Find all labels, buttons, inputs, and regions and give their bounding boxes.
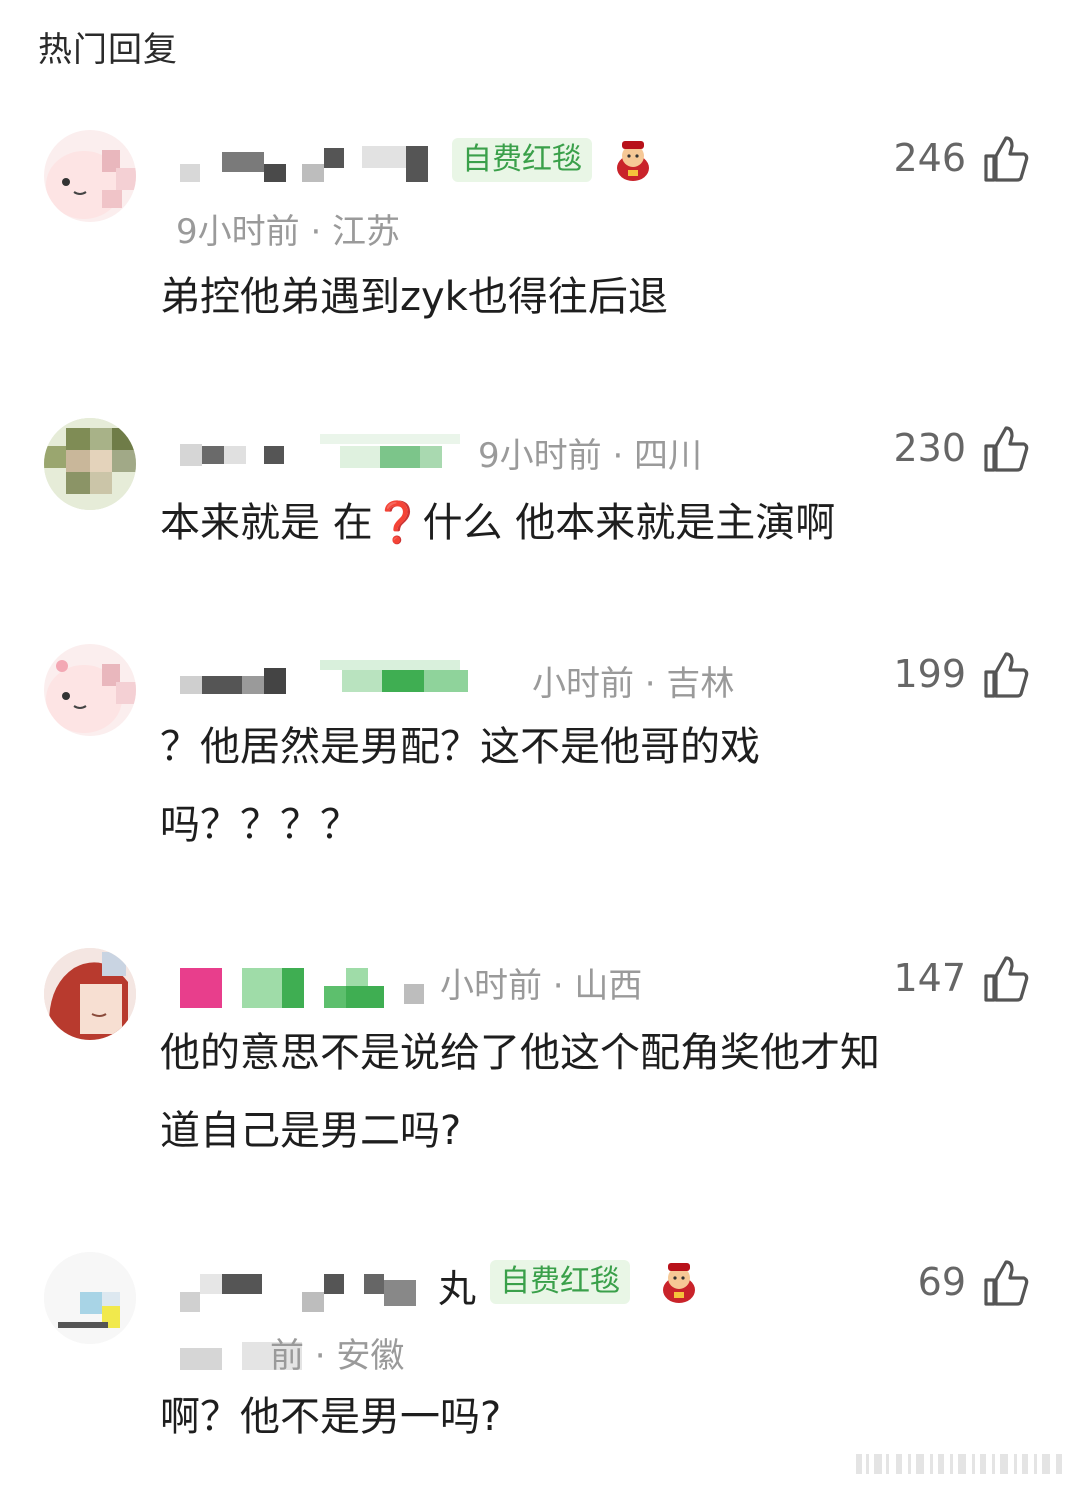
fortune-god-badge-icon xyxy=(660,1260,698,1304)
watermark-barcode xyxy=(856,1450,1066,1478)
fortune-god-badge-icon xyxy=(614,138,652,182)
comment-meta: 9小时前 · 四川 xyxy=(478,436,703,476)
comment-meta: 小时前 · 吉林 xyxy=(532,664,735,704)
thumbs-up-icon[interactable] xyxy=(982,134,1030,184)
avatar[interactable] xyxy=(44,948,136,1040)
like-count: 147 xyxy=(893,956,966,1000)
comment-meta: 小时前 · 山西 xyxy=(440,966,643,1006)
comment-item: 小时前 · 山西 147 他的意思不是说给了他这个配角奖他才知 道自己是男二吗? xyxy=(0,944,1080,1174)
comment-text: 弟控他弟遇到zyk也得往后退 xyxy=(160,274,668,320)
comment-text-line: 他的意思不是说给了他这个配角奖他才知 xyxy=(160,1030,880,1076)
comment-item: 丸 自费红毯 前 · 安徽 69 啊？他不是男一吗? xyxy=(0,1248,1080,1468)
comment-item: 自费红毯 9小时前 · 江苏 246 弟控他弟遇到zyk也得往后退 xyxy=(0,120,1080,340)
username-masked[interactable] xyxy=(180,964,450,1008)
username-masked[interactable] xyxy=(180,434,470,478)
avatar-photo-icon xyxy=(44,418,136,510)
question-emoji: ❓ xyxy=(372,500,423,546)
avatar[interactable] xyxy=(44,1252,136,1344)
avatar[interactable] xyxy=(44,130,136,222)
section-title: 热门回复 xyxy=(38,30,178,70)
comment-meta: 前 · 安徽 xyxy=(270,1336,405,1376)
thumbs-up-icon[interactable] xyxy=(982,954,1030,1004)
thumbs-up-icon[interactable] xyxy=(982,424,1030,474)
comment-text-part: 本来就是 在 xyxy=(160,500,373,546)
comment-meta: 9小时前 · 江苏 xyxy=(176,212,401,252)
badge-label: 自费红毯 xyxy=(490,1260,630,1304)
like-count: 69 xyxy=(917,1260,966,1304)
badge-label: 自费红毯 xyxy=(452,138,592,182)
username-suffix[interactable]: 丸 xyxy=(438,1258,476,1313)
comment-text: 啊？他不是男一吗? xyxy=(160,1394,502,1440)
avatar[interactable] xyxy=(44,418,136,510)
avatar-sticker-icon xyxy=(44,1252,136,1344)
comment-text: ？他居然是男配？这不是他哥的戏 吗？？？？ xyxy=(160,708,1040,864)
avatar-bunny-icon xyxy=(46,150,136,219)
comment-item: 9小时前 · 四川 230 本来就是 在❓什么 他本来就是主演啊 xyxy=(0,410,1080,580)
avatar-redhair-icon xyxy=(44,948,136,1040)
thumbs-up-icon[interactable] xyxy=(982,1258,1030,1308)
thumbs-up-icon[interactable] xyxy=(982,650,1030,700)
comment-text-line: 吗？？？？ xyxy=(160,802,360,848)
comment-text: 他的意思不是说给了他这个配角奖他才知 道自己是男二吗? xyxy=(160,1014,1040,1170)
comment-text-line: 道自己是男二吗? xyxy=(160,1108,462,1154)
like-count: 230 xyxy=(893,426,966,470)
username-masked[interactable] xyxy=(180,142,450,182)
username-masked[interactable] xyxy=(180,1268,420,1312)
comment-text-part: 什么 他本来就是主演啊 xyxy=(422,500,836,546)
comment-text: 本来就是 在❓什么 他本来就是主演啊 xyxy=(160,484,1040,562)
username-masked[interactable] xyxy=(180,656,510,696)
avatar-bunny-icon xyxy=(46,660,136,733)
comment-item: 小时前 · 吉林 199 ？他居然是男配？这不是他哥的戏 吗？？？？ xyxy=(0,636,1080,876)
like-count: 246 xyxy=(893,136,966,180)
comment-text-line: ？他居然是男配？这不是他哥的戏 xyxy=(160,724,760,770)
like-count: 199 xyxy=(893,652,966,696)
avatar[interactable] xyxy=(44,644,136,736)
